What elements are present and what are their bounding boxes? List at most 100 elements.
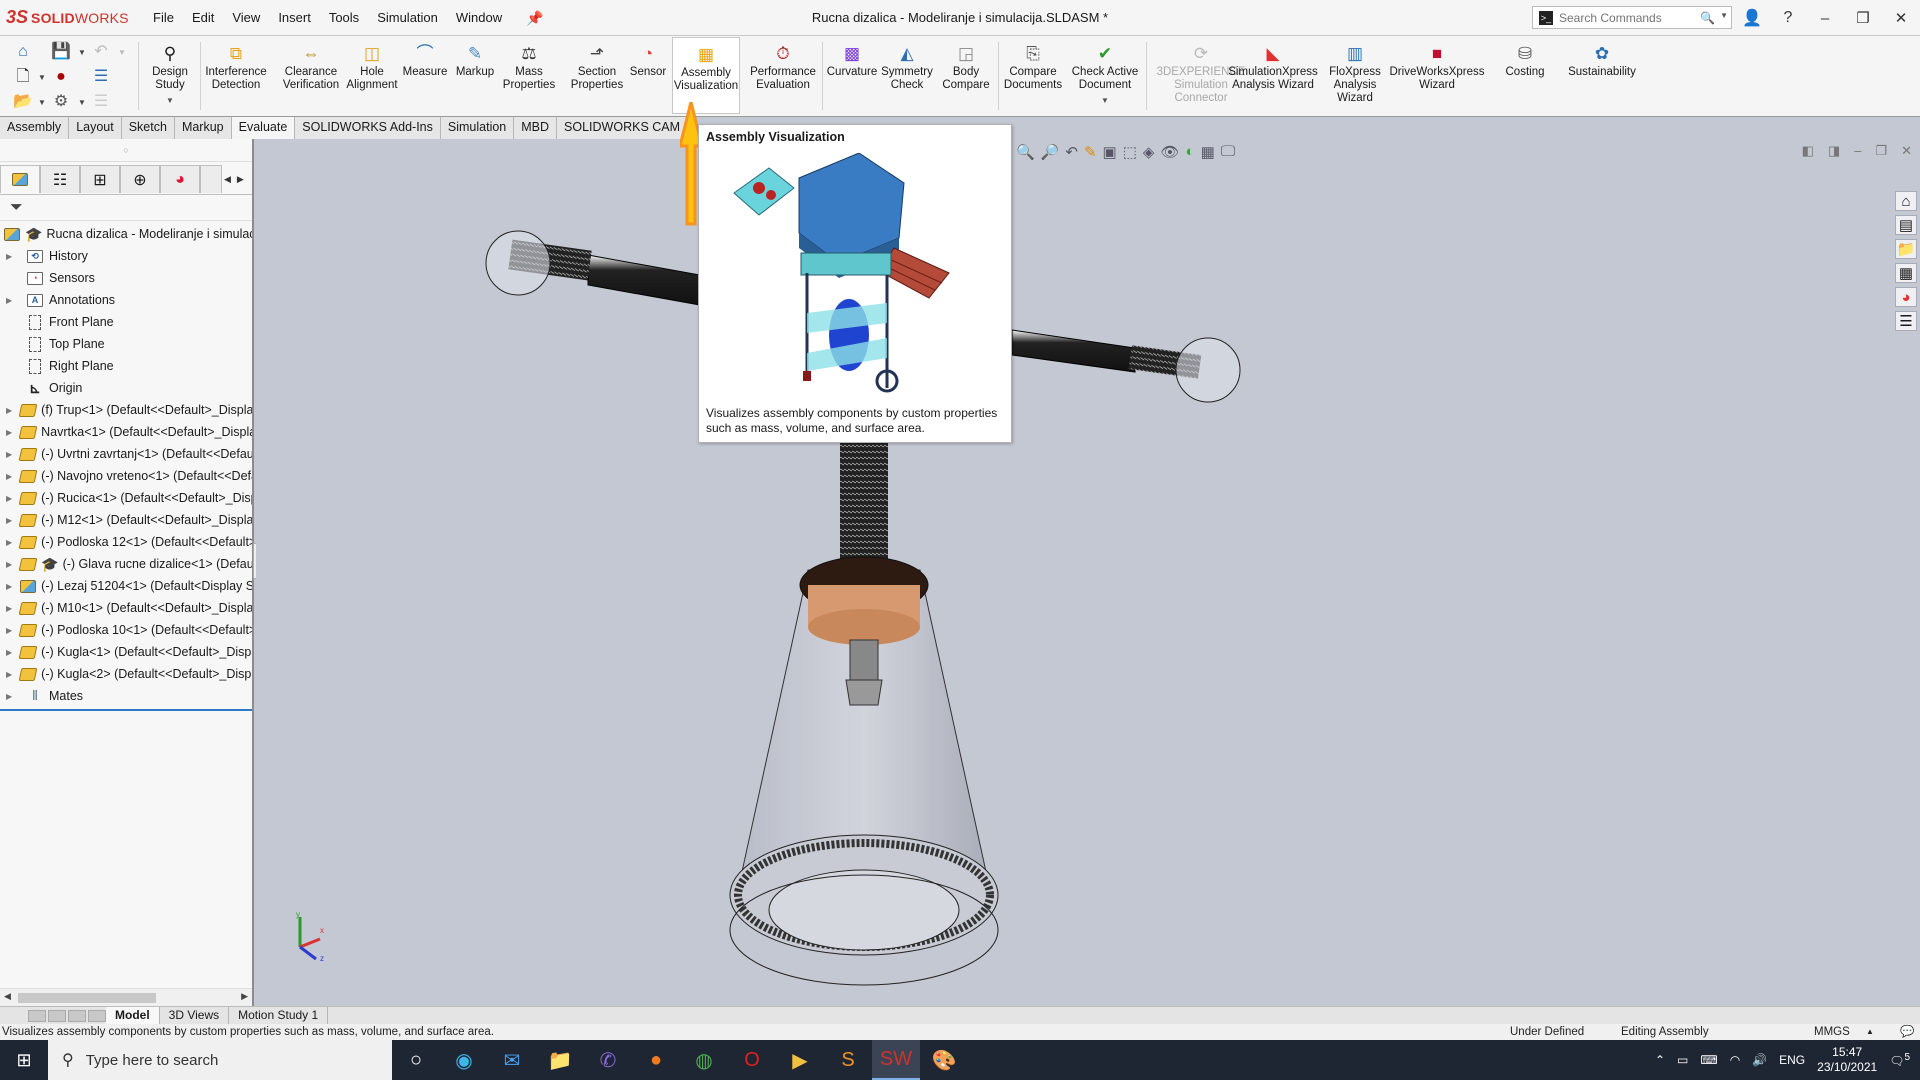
menu-simulation[interactable]: Simulation xyxy=(368,0,447,36)
driveworksxpress-button[interactable]: ■ DriveWorksXpress Wizard xyxy=(1390,42,1485,114)
jack-model[interactable] xyxy=(256,139,1920,1006)
quick-tips-icon[interactable]: 💬 xyxy=(1900,1024,1914,1040)
file-explorer-taskbar-icon[interactable]: 📁 xyxy=(536,1040,584,1080)
tree-item[interactable]: ▶ (-) Navojno vreteno<1> (Default<<Defaul… xyxy=(0,465,252,487)
sustainability-button[interactable]: ✿ Sustainability xyxy=(1558,42,1646,114)
expand-arrow-icon[interactable]: ▶ xyxy=(6,670,12,679)
help-icon[interactable]: ? xyxy=(1770,9,1806,27)
tree-item[interactable]: ▶ Navrtka<1> (Default<<Default>_Display S… xyxy=(0,421,252,443)
expand-arrow-icon[interactable]: ▶ xyxy=(6,538,12,547)
tab-solidworks-cam[interactable]: SOLIDWORKS CAM xyxy=(557,117,689,139)
properties-list-icon[interactable]: ☰ xyxy=(90,92,112,112)
scroll-right-icon[interactable]: ▶ xyxy=(241,991,248,1002)
taskbar-search[interactable]: ⚲ Type here to search xyxy=(48,1040,392,1080)
tree-item[interactable]: ▶ 🎓(-) Glava rucne dizalice<1> (Default<<… xyxy=(0,553,252,575)
featuremanager-tab[interactable] xyxy=(0,165,40,193)
tree-item[interactable]: ▶ (-) M12<1> (Default<<Default>_Display S… xyxy=(0,509,252,531)
markup-button[interactable]: ✎ Markup xyxy=(452,42,498,114)
3dexperience-button[interactable]: ⟳ 3DEXPERIENCE Simulation Connector xyxy=(1157,42,1246,114)
expand-arrow-icon[interactable]: ▶ xyxy=(6,648,12,657)
section-properties-button[interactable]: ⬏ Section Properties xyxy=(568,42,626,114)
curvature-button[interactable]: ▩ Curvature xyxy=(826,42,878,114)
performance-evaluation-button[interactable]: ⏱ Performance Evaluation xyxy=(748,42,818,114)
check-active-document-dropdown-icon[interactable]: ▼ xyxy=(1101,94,1109,107)
settings-icon[interactable]: ⚙ xyxy=(50,92,72,112)
tab-mbd[interactable]: MBD xyxy=(514,117,558,139)
menu-file[interactable]: File xyxy=(144,0,183,36)
expand-arrow-icon[interactable]: ▶ xyxy=(6,450,12,459)
home-icon[interactable]: ⌂ xyxy=(12,42,34,62)
tree-item[interactable]: ▶ (-) Rucica<1> (Default<<Default>_Displa… xyxy=(0,487,252,509)
windows-start-button[interactable]: ⊞ xyxy=(0,1040,48,1080)
interference-detection-button[interactable]: ⧉ Interference Detection xyxy=(205,42,266,114)
tab-evaluate[interactable]: Evaluate xyxy=(231,117,296,139)
tree-item[interactable]: ▶ (-) M10<1> (Default<<Default>_Display S… xyxy=(0,597,252,619)
minimize-button[interactable]: – xyxy=(1806,10,1844,27)
tree-item[interactable]: ⊾ Origin xyxy=(0,377,252,399)
wifi-icon[interactable]: ◠ xyxy=(1730,1053,1740,1067)
search-commands[interactable]: >_ 🔍 ▼ xyxy=(1532,6,1732,29)
notifications-icon[interactable]: 🗨5 xyxy=(1889,1052,1910,1068)
solidworks-taskbar-icon[interactable]: SW xyxy=(872,1040,920,1080)
menu-window[interactable]: Window xyxy=(447,0,511,36)
settings-dropdown-icon[interactable]: ▼ xyxy=(78,98,86,107)
expand-arrow-icon[interactable]: ▶ xyxy=(6,604,12,613)
body-compare-button[interactable]: ◲ Body Compare xyxy=(938,42,994,114)
design-study-dropdown-icon[interactable]: ▼ xyxy=(166,94,174,107)
search-commands-input[interactable] xyxy=(1559,10,1699,25)
chrome-icon[interactable]: ◍ xyxy=(680,1040,728,1080)
expand-arrow-icon[interactable]: ▶ xyxy=(6,428,12,437)
graphics-area[interactable]: 🔍 🔎 ↶ ✎ ▣ ⬚ ◈ 👁 ◐ ▦ 🖵 ◧ ◨ – ❐ ✕ ⌂ ▤ 📁 ▦ … xyxy=(256,139,1920,1006)
search-icon[interactable]: 🔍 xyxy=(1700,11,1715,25)
tree-item[interactable]: Front Plane xyxy=(0,311,252,333)
hole-alignment-button[interactable]: ◫ Hole Alignment xyxy=(346,42,398,114)
simulationxpress-button[interactable]: ◣ SimulationXpress Analysis Wizard xyxy=(1228,42,1317,114)
design-study-button[interactable]: ⚲ Design Study ▼ xyxy=(146,42,194,114)
new-dropdown-icon[interactable]: ▼ xyxy=(38,73,46,82)
configurationmanager-tab[interactable]: ⊞ xyxy=(80,165,120,193)
tab-simulation[interactable]: Simulation xyxy=(440,117,515,139)
new-document-icon[interactable]: 🗋 xyxy=(12,67,34,87)
opera-icon[interactable]: O xyxy=(728,1040,776,1080)
volume-icon[interactable]: 🔊 xyxy=(1752,1053,1767,1067)
expand-arrow-icon[interactable]: ▶ xyxy=(6,472,12,481)
keyboard-icon[interactable]: ⌨ xyxy=(1700,1053,1717,1067)
edge-icon[interactable]: ◉ xyxy=(440,1040,488,1080)
cortana-icon[interactable]: ○ xyxy=(392,1040,440,1080)
scroll-left-icon[interactable]: ◀ xyxy=(4,991,11,1002)
tab-assembly[interactable]: Assembly xyxy=(0,117,70,139)
floxpress-button[interactable]: ▥ FloXpress Analysis Wizard xyxy=(1326,42,1384,114)
displaymanager-tab[interactable]: ◕ xyxy=(160,165,200,193)
tree-item[interactable]: ▶ ⦀ Mates xyxy=(0,685,252,707)
check-active-document-button[interactable]: ✔ Check Active Document ▼ xyxy=(1068,42,1142,114)
menu-insert[interactable]: Insert xyxy=(269,0,320,36)
undo-dropdown-icon[interactable]: ▼ xyxy=(118,48,126,57)
tab-markup[interactable]: Markup xyxy=(174,117,232,139)
clearance-verification-button[interactable]: ⇔ Clearance Verification xyxy=(278,42,344,114)
expand-arrow-icon[interactable]: ▶ xyxy=(6,406,12,415)
unit-system-caret-icon[interactable]: ▲ xyxy=(1866,1024,1874,1040)
compare-documents-button[interactable]: ⎘ Compare Documents xyxy=(1000,42,1066,114)
pin-menu-icon[interactable]: 📌 xyxy=(517,0,552,36)
tree-item[interactable]: ▶ (f) Trup<1> (Default<<Default>_Display … xyxy=(0,399,252,421)
more-tabs[interactable] xyxy=(200,165,222,193)
expand-arrow-icon[interactable]: ▶ xyxy=(6,626,12,635)
undo-icon[interactable]: ↶ xyxy=(90,42,112,62)
tab-sketch[interactable]: Sketch xyxy=(121,117,175,139)
sublime-text-icon[interactable]: S xyxy=(824,1040,872,1080)
sensor-button[interactable]: ◔ Sensor xyxy=(626,42,670,114)
solidworks-logo[interactable]: 3S SOLIDWORKS xyxy=(6,7,136,28)
search-dropdown-icon[interactable]: ▼ xyxy=(1720,11,1728,20)
bottom-tab-model[interactable]: Model xyxy=(106,1006,160,1025)
dimxpert-tab[interactable]: ⊕ xyxy=(120,165,160,193)
costing-button[interactable]: ⛁ Costing xyxy=(1500,42,1550,114)
expand-arrow-icon[interactable]: ▶ xyxy=(6,494,12,503)
mail-icon[interactable]: ✉ xyxy=(488,1040,536,1080)
mass-properties-button[interactable]: ⚖ Mass Properties xyxy=(500,42,558,114)
tree-item[interactable]: ▶ (-) Uvrtni zavrtanj<1> (Default<<Defaul… xyxy=(0,443,252,465)
save-icon[interactable]: 💾 xyxy=(50,42,72,62)
tree-item[interactable]: Top Plane xyxy=(0,333,252,355)
tree-root[interactable]: 🎓 Rucna dizalica - Modeliranje i simulac… xyxy=(0,223,252,245)
tree-item[interactable]: Right Plane xyxy=(0,355,252,377)
firefox-icon[interactable]: ● xyxy=(632,1040,680,1080)
